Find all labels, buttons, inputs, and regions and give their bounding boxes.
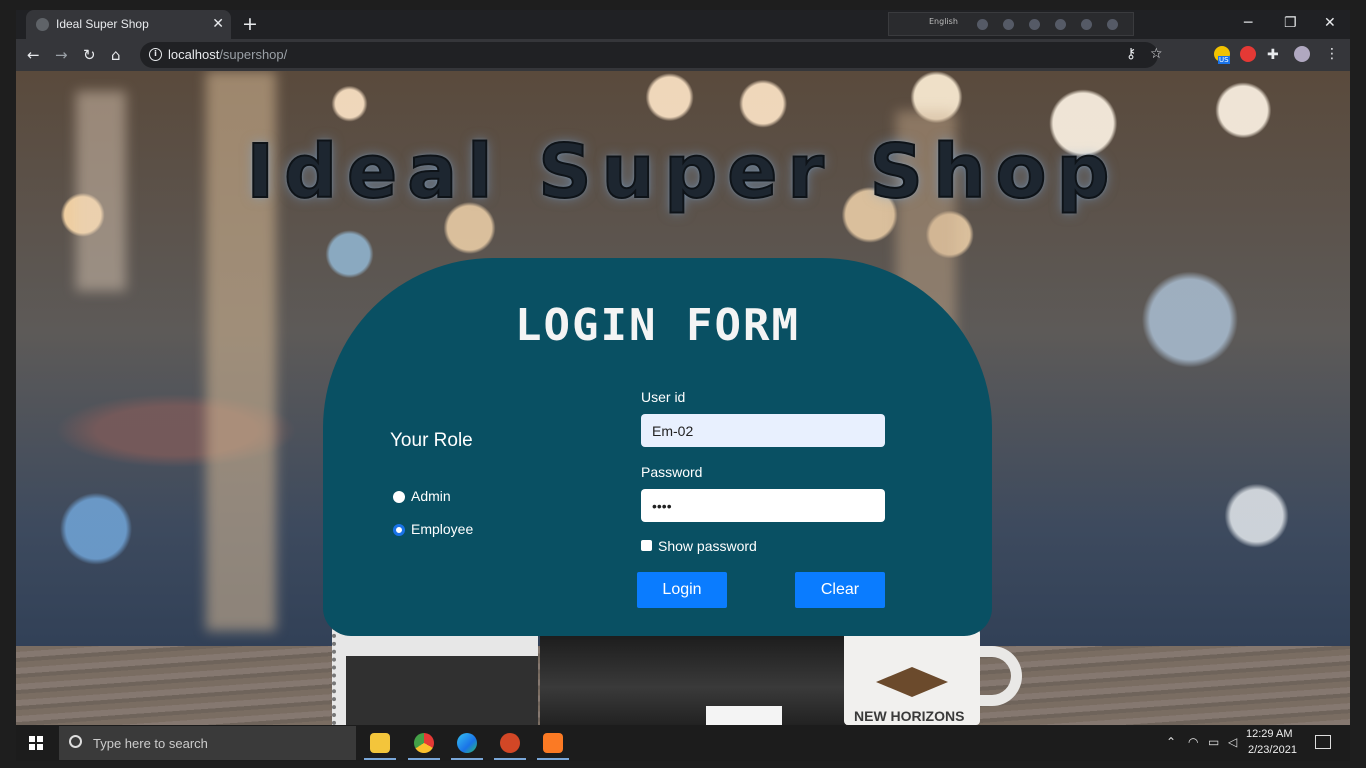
desktop-screen: Ideal Super Shop ✕ + English ─ ❐ ✕ ← → ↻… bbox=[0, 0, 1366, 768]
menu-kebab-icon[interactable]: ⋮ bbox=[1325, 46, 1339, 62]
extensions-puzzle-icon[interactable]: ✚ bbox=[1267, 47, 1279, 63]
help-icon[interactable] bbox=[1081, 19, 1092, 30]
chrome-icon bbox=[414, 733, 434, 753]
site-info-icon[interactable]: i bbox=[149, 48, 162, 61]
bookmark-star-icon[interactable]: ☆ bbox=[1150, 46, 1163, 62]
login-form: LOGIN FORM Your Role Admin Employee User… bbox=[323, 258, 992, 636]
browser-tab-strip: Ideal Super Shop ✕ + English ─ ❐ ✕ bbox=[16, 10, 1350, 39]
search-placeholder: Type here to search bbox=[93, 736, 208, 751]
cloud-icon[interactable] bbox=[977, 19, 988, 30]
form-title: LOGIN FORM bbox=[515, 300, 800, 351]
home-button[interactable]: ⌂ bbox=[111, 45, 121, 65]
gear-icon[interactable] bbox=[1029, 19, 1040, 30]
battery-icon[interactable]: ▭ bbox=[1208, 735, 1219, 749]
close-tab-icon[interactable]: ✕ bbox=[212, 15, 224, 33]
tab-title: Ideal Super Shop bbox=[56, 17, 149, 31]
clear-button[interactable]: Clear bbox=[795, 572, 885, 608]
address-bar[interactable]: i localhost/supershop/ ⚷ ☆ bbox=[140, 42, 1163, 68]
restore-button[interactable]: ❐ bbox=[1284, 14, 1297, 32]
paper-image bbox=[706, 706, 782, 725]
profile-avatar[interactable] bbox=[1294, 46, 1310, 62]
url-path: /supershop/ bbox=[219, 47, 288, 62]
monitor-image bbox=[540, 631, 846, 725]
window-close-button[interactable]: ✕ bbox=[1324, 14, 1336, 32]
network-icon[interactable]: ◠ bbox=[1188, 735, 1198, 749]
new-tab-button[interactable]: + bbox=[242, 14, 258, 34]
tray-chevron-icon[interactable]: ⌃ bbox=[1166, 735, 1176, 749]
key-icon[interactable]: ⚷ bbox=[1126, 46, 1136, 62]
language-label: English bbox=[929, 17, 958, 26]
notebook-cover bbox=[346, 656, 538, 725]
power-icon[interactable] bbox=[1107, 19, 1118, 30]
powerpoint-icon bbox=[500, 733, 520, 753]
notification-icon[interactable] bbox=[1315, 735, 1331, 749]
login-button[interactable]: Login bbox=[637, 572, 727, 608]
admin-radio[interactable] bbox=[393, 491, 405, 503]
back-button[interactable]: ← bbox=[27, 45, 40, 65]
password-input[interactable] bbox=[641, 489, 885, 522]
cat-icon[interactable] bbox=[1003, 19, 1014, 30]
xampp-icon bbox=[543, 733, 563, 753]
globe-icon bbox=[36, 18, 49, 31]
url-host: localhost bbox=[168, 47, 220, 62]
extension-shield-icon[interactable] bbox=[1240, 46, 1256, 62]
windows-taskbar: Type here to search ⌃ ◠ ▭ ◁ 12:29 AM 2/2… bbox=[16, 725, 1350, 761]
windows-start-icon[interactable] bbox=[29, 736, 43, 750]
edge-app[interactable] bbox=[449, 726, 485, 760]
url-text[interactable]: localhost/supershop/ bbox=[168, 47, 287, 62]
userid-label: User id bbox=[641, 389, 686, 405]
show-password-checkbox[interactable] bbox=[641, 540, 652, 551]
extension-badge: US bbox=[1218, 56, 1230, 64]
clock-time[interactable]: 12:29 AM bbox=[1246, 728, 1292, 740]
show-password-label[interactable]: Show password bbox=[658, 538, 757, 554]
edge-icon[interactable] bbox=[1055, 19, 1066, 30]
employee-radio[interactable] bbox=[393, 524, 405, 536]
language-toolbar[interactable]: English bbox=[888, 12, 1134, 36]
userid-input[interactable] bbox=[641, 414, 885, 447]
page-viewport: NEW HORIZONS Ideal Super Shop LOGIN FORM… bbox=[16, 71, 1350, 725]
volume-icon[interactable]: ◁ bbox=[1228, 735, 1237, 749]
edge-icon bbox=[457, 733, 477, 753]
site-title: Ideal Super Shop bbox=[246, 128, 1120, 216]
taskbar-search[interactable]: Type here to search bbox=[59, 726, 356, 760]
clock-date[interactable]: 2/23/2021 bbox=[1248, 744, 1297, 756]
admin-radio-label[interactable]: Admin bbox=[411, 488, 451, 504]
employee-radio-label[interactable]: Employee bbox=[411, 521, 473, 537]
chrome-app[interactable] bbox=[406, 726, 442, 760]
password-label: Password bbox=[641, 464, 703, 480]
search-icon bbox=[69, 735, 82, 748]
forward-button[interactable]: → bbox=[55, 45, 68, 65]
browser-toolbar: ← → ↻ ⌂ i localhost/supershop/ ⚷ ☆ US ✚ … bbox=[16, 39, 1350, 71]
file-explorer-app[interactable] bbox=[362, 726, 398, 760]
powerpoint-app[interactable] bbox=[492, 726, 528, 760]
role-heading: Your Role bbox=[390, 430, 473, 451]
folder-icon bbox=[370, 733, 390, 753]
minimize-button[interactable]: ─ bbox=[1244, 14, 1252, 32]
xampp-app[interactable] bbox=[535, 726, 571, 760]
browser-tab[interactable]: Ideal Super Shop ✕ bbox=[26, 10, 231, 39]
mug-text: NEW HORIZONS bbox=[854, 708, 965, 724]
reload-button[interactable]: ↻ bbox=[83, 45, 96, 65]
